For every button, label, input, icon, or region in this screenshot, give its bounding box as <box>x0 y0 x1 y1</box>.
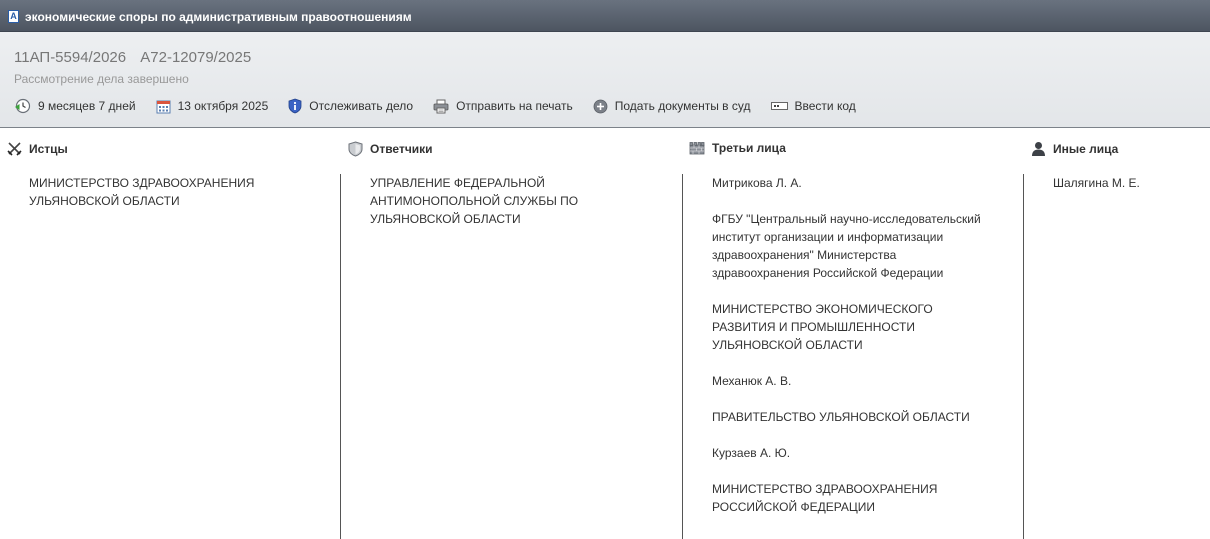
case-number-appeal[interactable]: 11АП-5594/2026 <box>14 49 126 66</box>
print-button[interactable]: Отправить на печать <box>433 99 573 114</box>
party-item[interactable]: Курзаев А. Ю. <box>712 444 992 462</box>
window-title: экономические споры по административным … <box>25 10 412 24</box>
track-case-label: Отслеживать дело <box>309 99 414 113</box>
defendants-column: Ответчики УПРАВЛЕНИЕ ФЕДЕРАЛЬНОЙ АНТИМОН… <box>341 128 682 539</box>
case-numbers: 11АП-5594/2026 А72-12079/2025 <box>14 49 261 66</box>
castle-wall-icon <box>689 141 705 154</box>
clock-back-icon <box>15 98 31 114</box>
party-item[interactable]: МИНИСТЕРСТВО ЗДРАВООХРАНЕНИЯ РОССИЙСКОЙ … <box>712 480 992 516</box>
party-item[interactable]: Митрикова Л. А. <box>712 174 992 192</box>
other-persons-label: Иные лица <box>1053 141 1119 156</box>
plaintiffs-list: МИНИСТЕРСТВО ЗДРАВООХРАНЕНИЯ УЛЬЯНОВСКОЙ… <box>29 174 309 539</box>
date-info: 13 октября 2025 <box>156 99 269 114</box>
shield-info-icon <box>288 98 302 114</box>
party-item[interactable]: ПРАВИТЕЛЬСТВО УЛЬЯНОВСКОЙ ОБЛАСТИ <box>712 408 992 426</box>
title-bar: A экономические споры по административны… <box>0 0 1210 32</box>
case-number-first[interactable]: А72-12079/2025 <box>140 49 251 66</box>
party-item[interactable]: МИНИСТЕРСТВО ЭКОНОМИЧЕСКОГО РАЗВИТИЯ И П… <box>712 300 992 354</box>
party-item[interactable]: МИНИСТЕРСТВО ЗДРАВООХРАНЕНИЯ УЛЬЯНОВСКОЙ… <box>29 174 309 210</box>
plaintiffs-column: Истцы МИНИСТЕРСТВО ЗДРАВООХРАНЕНИЯ УЛЬЯН… <box>0 128 340 539</box>
plus-circle-icon <box>593 99 608 113</box>
enter-code-label: Ввести код <box>794 99 856 113</box>
duration-label: 9 месяцев 7 дней <box>38 99 136 113</box>
crossed-swords-icon <box>7 142 22 156</box>
case-card-page: A экономические споры по административны… <box>0 0 1210 539</box>
party-item[interactable]: УПРАВЛЕНИЕ ФЕДЕРАЛЬНОЙ АНТИМОНОПОЛЬНОЙ С… <box>370 174 650 228</box>
defendants-heading: Ответчики <box>348 141 433 157</box>
track-case-button[interactable]: Отслеживать дело <box>288 98 413 114</box>
other-persons-list: Шалягина М. Е. <box>1053 174 1203 539</box>
other-persons-heading: Иные лица <box>1031 141 1118 156</box>
third-parties-list: Митрикова Л. А. ФГБУ "Центральный научно… <box>712 174 992 539</box>
case-status: Рассмотрение дела завершено <box>14 72 189 86</box>
party-item[interactable]: Механюк А. В. <box>712 372 992 390</box>
third-parties-label: Третьи лица <box>712 141 786 155</box>
plaintiffs-heading: Истцы <box>7 141 68 156</box>
defendants-label: Ответчики <box>370 142 433 156</box>
calendar-icon <box>156 100 171 113</box>
party-item[interactable]: Шалягина М. Е. <box>1053 174 1203 192</box>
person-icon <box>1032 142 1045 156</box>
party-item[interactable]: ФГБУ "Центральный научно-исследовательск… <box>712 210 992 282</box>
print-label: Отправить на печать <box>456 99 573 113</box>
case-toolbar: 9 месяцев 7 дней 13 октября 2025 Отслежи… <box>14 98 876 114</box>
shield-icon <box>348 141 363 157</box>
key-field-icon <box>770 102 788 110</box>
enter-code-button[interactable]: Ввести код <box>770 99 856 113</box>
printer-icon <box>433 99 449 113</box>
court-type-icon: A <box>8 10 19 23</box>
defendants-list: УПРАВЛЕНИЕ ФЕДЕРАЛЬНОЙ АНТИМОНОПОЛЬНОЙ С… <box>370 174 650 539</box>
other-persons-column: Иные лица Шалягина М. Е. <box>1024 128 1210 539</box>
submit-documents-label: Подать документы в суд <box>614 99 751 113</box>
plaintiffs-label: Истцы <box>29 141 68 156</box>
duration-info: 9 месяцев 7 дней <box>14 98 136 114</box>
third-parties-heading: Третьи лица <box>689 141 786 155</box>
date-label: 13 октября 2025 <box>177 99 269 113</box>
case-header: 11АП-5594/2026 А72-12079/2025 Рассмотрен… <box>0 32 1210 128</box>
third-parties-column: Третьи лица Митрикова Л. А. ФГБУ "Центра… <box>683 128 1023 539</box>
submit-documents-button[interactable]: Подать документы в суд <box>593 99 751 114</box>
